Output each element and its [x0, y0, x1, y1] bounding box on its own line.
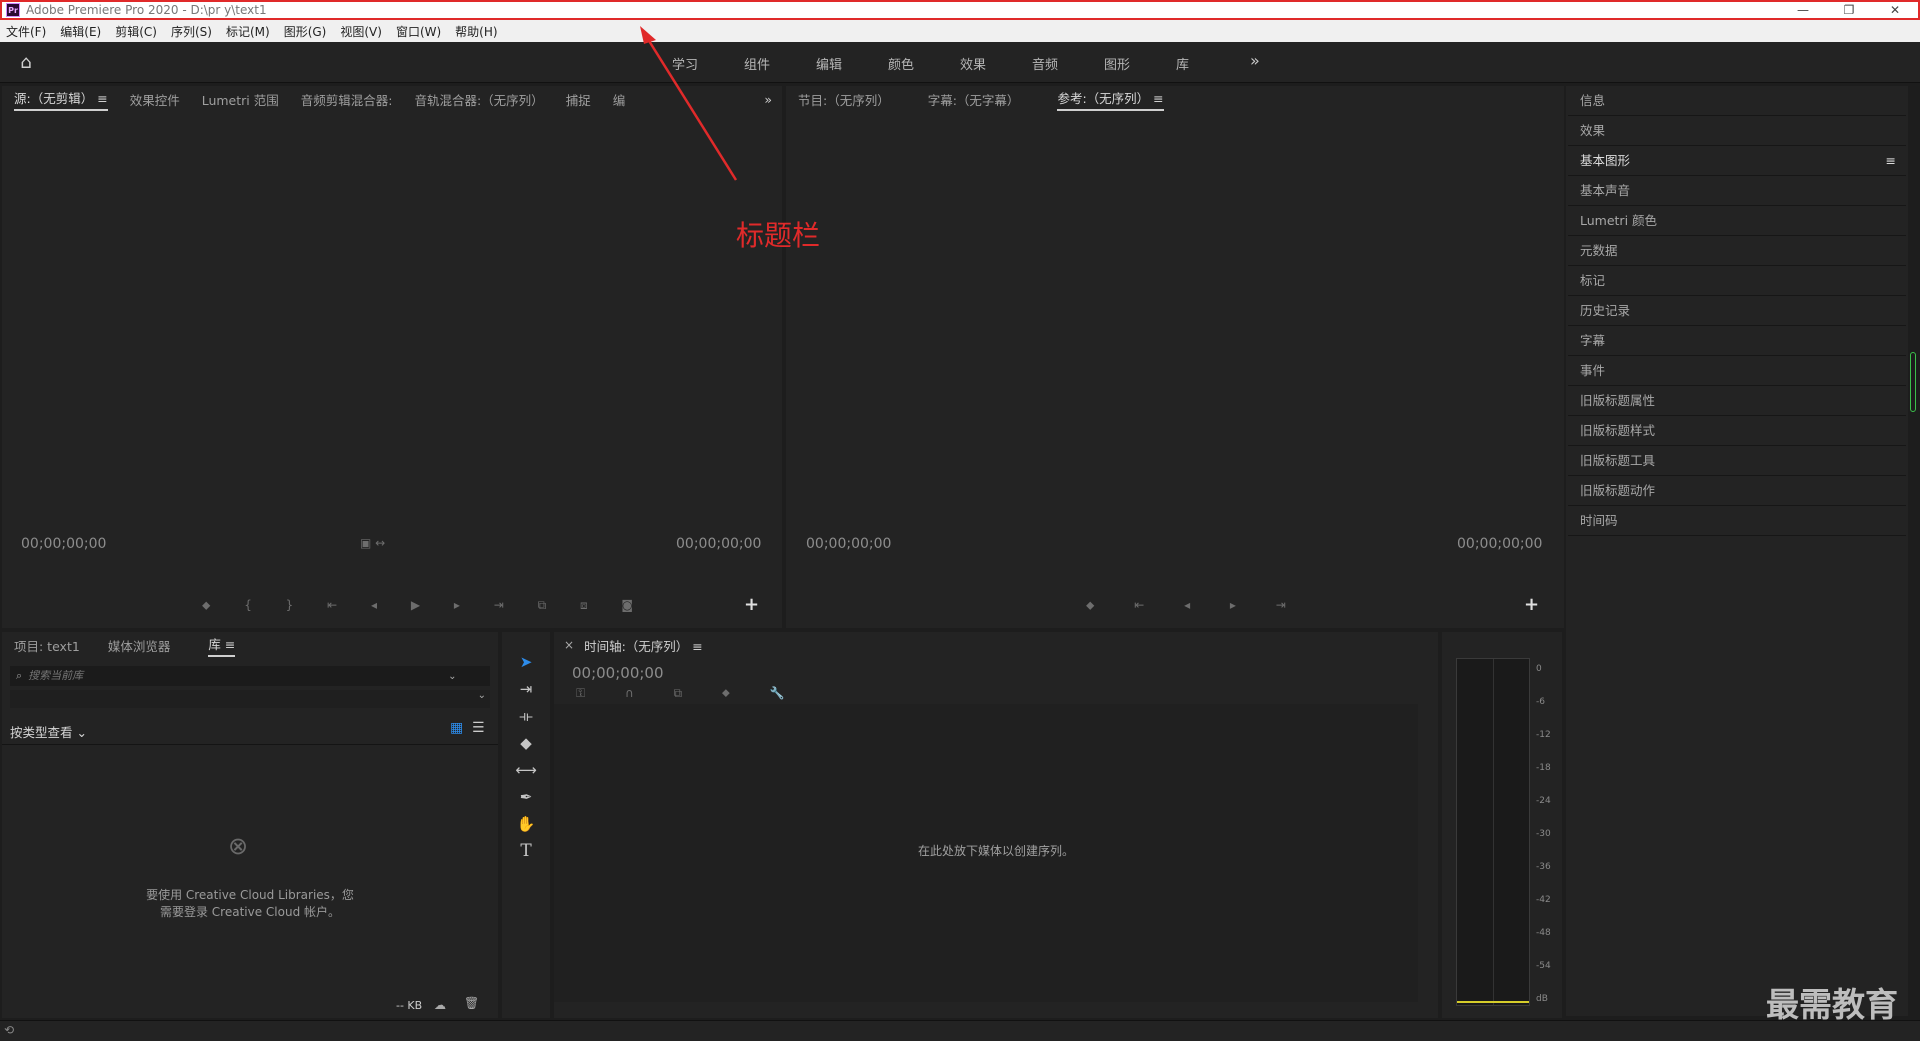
annotation-arrow	[640, 26, 738, 181]
watermark-logo: 最需教育	[1766, 985, 1898, 1024]
annotation-label: 标题栏	[736, 219, 821, 252]
